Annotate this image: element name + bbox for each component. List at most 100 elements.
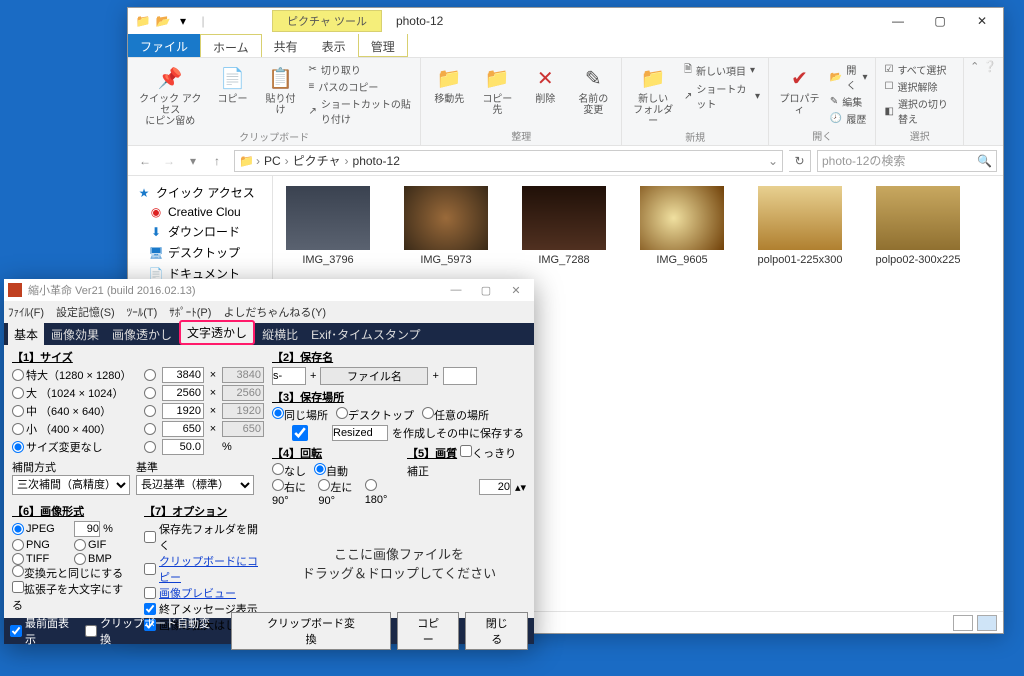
tab-exif[interactable]: Exif･タイムスタンプ (305, 323, 426, 345)
rename-button[interactable]: ✎名前の 変更 (573, 62, 613, 118)
size-nochange-radio[interactable]: サイズ変更なし (12, 439, 142, 455)
details-view-button[interactable] (953, 615, 973, 631)
tab-aspect[interactable]: 縦横比 (256, 323, 304, 345)
size-l-radio[interactable]: 大 （1024 × 1024） (12, 385, 142, 401)
loc-same-radio[interactable]: 同じ場所 (272, 407, 328, 423)
invert-selection-button[interactable]: ◧選択の切り替え (884, 96, 955, 126)
search-input[interactable]: photo-12の検索 🔍 (817, 150, 997, 172)
file-item[interactable]: polpo01-225x300 (755, 186, 845, 266)
select-none-button[interactable]: ☐選択解除 (884, 79, 955, 94)
tab-share[interactable]: 共有 (262, 34, 310, 57)
interpolation-select[interactable]: 三次補間（高精度） (12, 475, 130, 495)
size-percent-radio[interactable] (144, 441, 156, 453)
menu-settings[interactable]: 設定記憶(S) (56, 304, 115, 320)
ribbon-collapse-icon[interactable]: ⌃ (970, 60, 979, 73)
copy-to-button[interactable]: 📁コピー先 (477, 62, 517, 118)
qat-dropdown-icon[interactable]: ▾ (174, 12, 192, 30)
format-same-radio[interactable]: 変換元と同じにする (12, 568, 123, 580)
tab-basic[interactable]: 基本 (8, 323, 44, 345)
new-item-button[interactable]: 🗎新しい項目 ▾ (684, 62, 760, 79)
format-png-radio[interactable]: PNG (12, 539, 70, 551)
menu-tool[interactable]: ﾂｰﾙ(T) (127, 304, 158, 320)
file-item[interactable]: IMG_9605 (637, 186, 727, 266)
file-item[interactable]: IMG_7288 (519, 186, 609, 266)
minimize-button[interactable]: — (877, 8, 919, 34)
back-button[interactable]: ← (134, 150, 156, 172)
new-shortcut-button[interactable]: ↗ショートカット ▾ (684, 81, 760, 111)
rotate-none-radio[interactable]: なし (272, 463, 306, 479)
quality-value-field[interactable] (479, 479, 511, 495)
quick-access-node[interactable]: ★クイック アクセス (132, 182, 268, 203)
copy-button[interactable]: 📄コピー (213, 62, 253, 107)
rotate-r90-radio[interactable]: 右に90° (272, 479, 310, 507)
clipboard-copy-checkbox[interactable]: クリップボードにコピー (144, 553, 262, 585)
breadcrumb[interactable]: 📁› PC› ピクチャ› photo-12 ⌄ (234, 150, 783, 172)
file-item[interactable]: IMG_3796 (283, 186, 373, 266)
size-m-w-field[interactable] (162, 403, 204, 419)
savename-suffix-field[interactable] (443, 367, 477, 385)
menu-support[interactable]: ｻﾎﾟｰﾄ(P) (169, 304, 211, 320)
tab-file[interactable]: ファイル (128, 34, 200, 57)
picture-tools-context-tab[interactable]: ピクチャ ツール (272, 10, 382, 32)
size-s-custom-radio[interactable] (144, 423, 156, 435)
clipboard-convert-button[interactable]: クリップボード変換 (231, 612, 391, 650)
drop-area[interactable]: ここに画像ファイルをドラッグ＆ドロップしてください (272, 511, 526, 614)
savename-prefix-field[interactable] (272, 367, 306, 385)
menu-channel[interactable]: よしだちゃんねる(Y) (223, 304, 326, 320)
creative-cloud-node[interactable]: ◉Creative Clou (132, 203, 268, 221)
tab-manage[interactable]: 管理 (358, 34, 408, 57)
size-s-radio[interactable]: 小 （400 × 400） (12, 421, 142, 437)
size-m-radio[interactable]: 中 （640 × 640） (12, 403, 142, 419)
size-s-w-field[interactable] (162, 421, 204, 437)
format-tiff-radio[interactable]: TIFF (12, 553, 70, 565)
size-l-custom-radio[interactable] (144, 387, 156, 399)
format-jpeg-radio[interactable]: JPEG (12, 521, 70, 537)
tab-text-watermark[interactable]: 文字透かし (179, 320, 255, 345)
create-folder-checkbox[interactable] (272, 425, 328, 441)
recent-button[interactable]: ▾ (182, 150, 204, 172)
thumbnails-view-button[interactable] (977, 615, 997, 631)
app-close-button[interactable]: ✕ (502, 284, 530, 297)
size-l-w-field[interactable] (162, 385, 204, 401)
close-app-button[interactable]: 閉じる (465, 612, 528, 650)
menu-file[interactable]: ﾌｧｲﾙ(F) (8, 304, 44, 320)
base-select[interactable]: 長辺基準（標準） (136, 475, 254, 495)
open-folder-checkbox[interactable]: 保存先フォルダを開く (144, 521, 262, 553)
downloads-node[interactable]: ⬇ダウンロード (132, 221, 268, 242)
select-all-button[interactable]: ☑すべて選択 (884, 62, 955, 77)
open-button[interactable]: 📂開く ▾ (830, 62, 868, 92)
topmost-checkbox[interactable]: 最前面表示 (10, 615, 79, 647)
app-titlebar[interactable]: 縮小革命 Ver21 (build 2016.02.13) — ▢ ✕ (4, 279, 534, 301)
size-xl-custom-radio[interactable] (144, 369, 156, 381)
format-bmp-radio[interactable]: BMP (74, 553, 132, 565)
tab-image-effect[interactable]: 画像効果 (45, 323, 105, 345)
preview-checkbox[interactable]: 画像プレビュー (144, 585, 262, 601)
close-button[interactable]: ✕ (961, 8, 1003, 34)
help-icon[interactable]: ❔ (983, 60, 997, 73)
size-percent-field[interactable] (162, 439, 204, 455)
format-gif-radio[interactable]: GIF (74, 539, 132, 551)
upper-ext-checkbox[interactable]: 拡張子を大文字にする (12, 584, 123, 612)
new-folder-button[interactable]: 📁新しい フォルダー (630, 62, 676, 129)
rotate-auto-radio[interactable]: 自動 (314, 463, 348, 479)
paste-shortcut-button[interactable]: ↗ショートカットの貼り付け (309, 96, 413, 126)
tab-image-watermark[interactable]: 画像透かし (106, 323, 178, 345)
history-button[interactable]: 🕗履歴 (830, 111, 868, 126)
properties-button[interactable]: ✔プロパティ (777, 62, 822, 118)
autoclip-checkbox[interactable]: クリップボード自動変換 (85, 615, 219, 647)
size-m-custom-radio[interactable] (144, 405, 156, 417)
tab-home[interactable]: ホーム (200, 34, 262, 57)
up-button[interactable]: ↑ (206, 150, 228, 172)
forward-button[interactable]: → (158, 150, 180, 172)
delete-button[interactable]: ✕削除 (525, 62, 565, 107)
cut-button[interactable]: ✂切り取り (309, 62, 413, 77)
dropdown-icon[interactable]: ⌄ (768, 154, 778, 168)
file-item[interactable]: polpo02-300x225 (873, 186, 963, 266)
edit-button[interactable]: ✎編集 (830, 94, 868, 109)
loc-any-radio[interactable]: 任意の場所 (422, 407, 489, 423)
maximize-button[interactable]: ▢ (919, 8, 961, 34)
spinner-icon[interactable]: ▴▾ (515, 481, 526, 494)
explorer-titlebar[interactable]: 📁 📂 ▾ | ピクチャ ツール photo-12 — ▢ ✕ (128, 8, 1003, 34)
copy-path-button[interactable]: ≡パスのコピー (309, 79, 413, 94)
size-xl-w-field[interactable] (162, 367, 204, 383)
